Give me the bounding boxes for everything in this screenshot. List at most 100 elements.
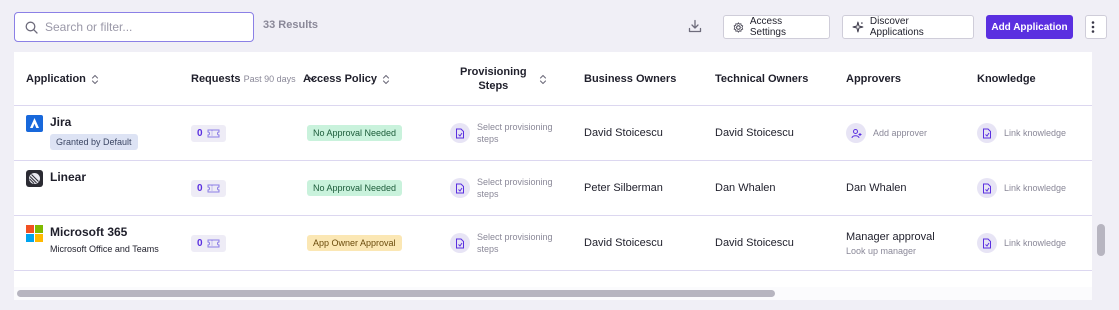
select-provisioning-link[interactable]: Select provisioning steps [477, 121, 553, 145]
sort-icon[interactable] [91, 74, 99, 85]
provisioning-cell[interactable]: Select provisioning steps [450, 216, 553, 270]
search-input[interactable] [45, 20, 245, 34]
requests-count[interactable]: 0 [191, 179, 226, 197]
vertical-scrollbar-thumb[interactable] [1097, 224, 1105, 256]
approver-subtitle: Look up manager [846, 245, 917, 256]
access-policy-cell: No Approval Needed [307, 161, 403, 215]
application-cell[interactable]: Linear [26, 161, 86, 215]
column-provisioning-steps[interactable]: Provisioning Steps [460, 52, 547, 106]
technical-owner-cell: David Stoicescu [715, 106, 794, 160]
access-policy-badge[interactable]: App Owner Approval [307, 235, 402, 251]
requests-count-value: 0 [197, 237, 203, 249]
linear-logo [26, 170, 43, 187]
knowledge-cell[interactable]: Link knowledge [977, 106, 1066, 160]
provisioning-line1: Select provisioning [477, 177, 553, 187]
access-settings-label: Access Settings [749, 16, 786, 38]
access-policy-cell: No Approval Needed [307, 106, 403, 160]
column-requests[interactable]: Requests Past 90 days [191, 52, 317, 106]
select-provisioning-link[interactable]: Select provisioning steps [477, 231, 553, 255]
application-cell[interactable]: Microsoft 365 Microsoft Office and Teams [26, 216, 159, 270]
ticket-icon [207, 129, 220, 137]
horizontal-scrollbar[interactable] [14, 287, 1092, 300]
column-approvers-label: Approvers [846, 73, 902, 85]
column-application-label: Application [26, 73, 86, 85]
column-requests-label: Requests [191, 73, 241, 85]
column-application[interactable]: Application [26, 52, 99, 106]
link-knowledge-link[interactable]: Link knowledge [1004, 237, 1066, 249]
access-policy-badge[interactable]: No Approval Needed [307, 125, 403, 141]
requests-count-value: 0 [197, 127, 203, 139]
app-name[interactable]: Linear [50, 170, 86, 185]
document-icon [450, 123, 470, 143]
sort-icon[interactable] [382, 74, 390, 85]
gear-icon [733, 21, 744, 33]
approvers-cell[interactable]: Manager approval Look up manager [846, 216, 935, 270]
app-name[interactable]: Jira [50, 115, 138, 130]
document-icon [977, 123, 997, 143]
column-business-owners: Business Owners [584, 52, 676, 106]
ticket-icon [207, 184, 220, 192]
more-vertical-icon [1091, 21, 1095, 33]
column-technical-owners: Technical Owners [715, 52, 808, 106]
table-row[interactable]: Microsoft 365 Microsoft Office and Teams… [14, 216, 1092, 271]
technical-owner-cell: Dan Whalen [715, 161, 776, 215]
technical-owner: David Stoicescu [715, 127, 794, 139]
document-icon [977, 178, 997, 198]
microsoft-logo [26, 225, 43, 242]
add-approver-link[interactable]: Add approver [873, 127, 927, 139]
application-cell[interactable]: Jira Granted by Default [26, 106, 138, 160]
add-application-button[interactable]: Add Application [986, 15, 1073, 39]
sparkle-icon [852, 21, 864, 33]
provisioning-cell[interactable]: Select provisioning steps [450, 106, 553, 160]
granted-by-default-tag: Granted by Default [50, 134, 138, 150]
search-box[interactable] [14, 12, 254, 42]
column-provisioning-line1: Provisioning [460, 66, 527, 78]
more-options-button[interactable] [1085, 15, 1107, 39]
knowledge-cell[interactable]: Link knowledge [977, 216, 1066, 270]
toolbar: 33 Results Access Settings Discover Appl… [0, 0, 1119, 52]
select-provisioning-link[interactable]: Select provisioning steps [477, 176, 553, 200]
column-knowledge-label: Knowledge [977, 73, 1036, 85]
provisioning-line1: Select provisioning [477, 122, 553, 132]
column-access-policy[interactable]: Access Policy [303, 52, 390, 106]
access-policy-badge[interactable]: No Approval Needed [307, 180, 403, 196]
provisioning-cell[interactable]: Select provisioning steps [450, 161, 553, 215]
column-business-owners-label: Business Owners [584, 73, 677, 85]
knowledge-cell[interactable]: Link knowledge [977, 161, 1066, 215]
link-knowledge-link[interactable]: Link knowledge [1004, 127, 1066, 139]
download-icon [688, 19, 702, 33]
requests-count[interactable]: 0 [191, 124, 226, 142]
approvers-cell[interactable]: Add approver [846, 106, 927, 160]
table-row[interactable]: Linear 0 No Approval Needed Select provi… [14, 161, 1092, 216]
download-button[interactable] [686, 16, 704, 36]
requests-count[interactable]: 0 [191, 234, 226, 252]
document-icon [450, 178, 470, 198]
column-access-policy-label: Access Policy [303, 73, 377, 85]
approvers-cell[interactable]: Dan Whalen [846, 161, 907, 215]
sort-icon[interactable] [539, 74, 547, 85]
technical-owner: David Stoicescu [715, 237, 794, 249]
technical-owner: Dan Whalen [715, 182, 776, 194]
table-header: Application Requests Past 90 days Access… [14, 52, 1092, 106]
link-knowledge-link[interactable]: Link knowledge [1004, 182, 1066, 194]
provisioning-line1: Select provisioning [477, 232, 553, 242]
applications-table: Application Requests Past 90 days Access… [14, 52, 1092, 300]
access-settings-button[interactable]: Access Settings [723, 15, 830, 39]
business-owner-cell: Peter Silberman [584, 161, 663, 215]
discover-applications-button[interactable]: Discover Applications [842, 15, 974, 39]
jira-logo [26, 115, 43, 132]
column-technical-owners-label: Technical Owners [715, 73, 809, 85]
approver: Dan Whalen [846, 182, 907, 194]
add-user-icon [846, 123, 866, 143]
column-provisioning-label: Provisioning Steps [460, 65, 527, 93]
results-count: 33 Results [263, 19, 319, 31]
table-row[interactable]: Jira Granted by Default 0 No Approval Ne… [14, 106, 1092, 161]
app-name[interactable]: Microsoft 365 [50, 225, 159, 240]
horizontal-scrollbar-thumb[interactable] [17, 290, 775, 297]
column-approvers: Approvers [846, 52, 901, 106]
ticket-icon [207, 239, 220, 247]
requests-count-value: 0 [197, 182, 203, 194]
requests-cell: 0 [191, 216, 226, 270]
business-owner: Peter Silberman [584, 182, 663, 194]
business-owner-cell: David Stoicescu [584, 106, 663, 160]
